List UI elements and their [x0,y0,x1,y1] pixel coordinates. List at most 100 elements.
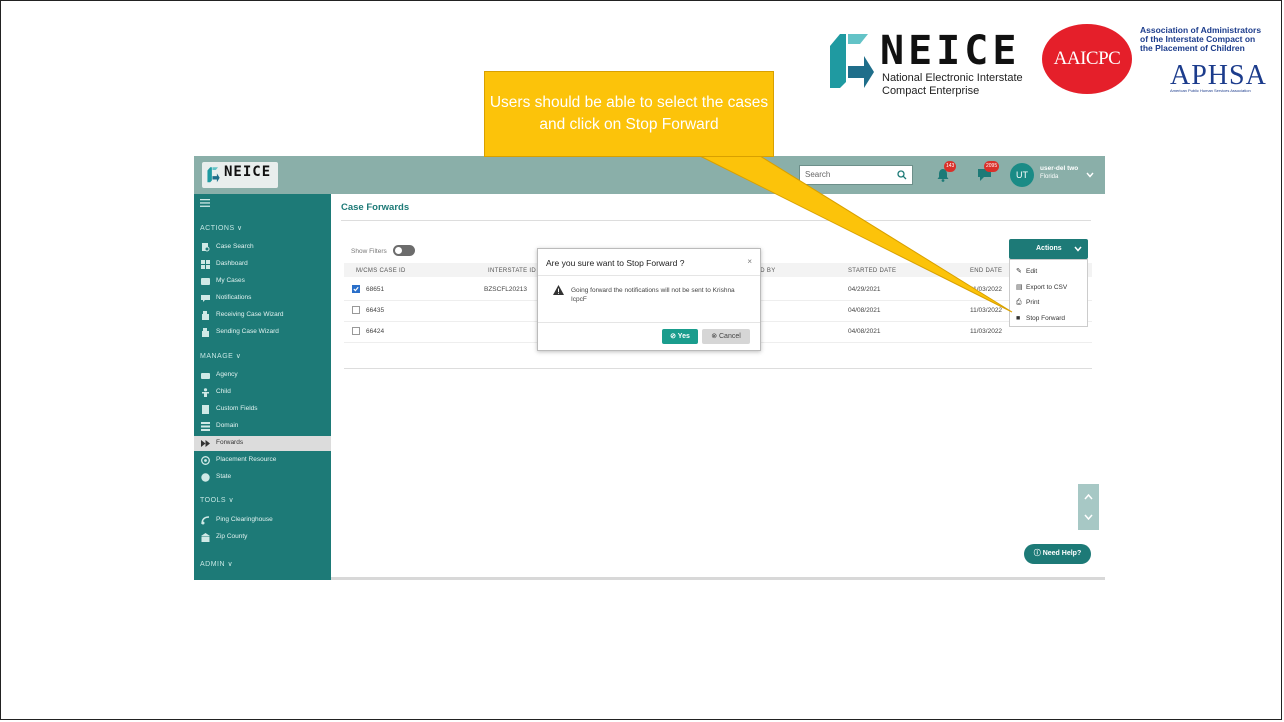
dialog-divider [538,322,760,323]
row-checkbox[interactable] [352,285,360,293]
row-checkbox[interactable] [352,306,360,314]
sidebar-item-label: Placement Resource [216,456,277,463]
hamburger-icon[interactable] [200,199,210,207]
search-icon[interactable] [897,170,907,180]
cell-started-date: 04/29/2021 [848,286,881,293]
sidebar-item-label: Sending Case Wizard [216,328,279,335]
avatar[interactable]: UT [1010,163,1034,187]
cell-started-date: 04/08/2021 [848,328,881,335]
actions-button[interactable]: Actions [1009,239,1088,259]
actions-button-label: Actions [1036,245,1062,252]
sidebar-section-manage[interactable]: MANAGE ∨ [200,352,241,360]
neice-subtitle-2: Compact Enterprise [882,85,980,97]
menu-item-label: Edit [1026,268,1038,275]
sidebar-section-tools[interactable]: TOOLS ∨ [200,496,234,504]
sidebar-item-label: Notifications [216,294,252,301]
sidebar-item-label: Case Search [216,243,254,250]
cell-end-date: 11/03/2022 [970,286,1003,293]
sidebar-item-agency[interactable]: Agency [194,368,331,383]
cell-started-date: 04/08/2021 [848,307,881,314]
chevron-up-icon[interactable] [1084,494,1093,500]
cell-end-date: 11/03/2022 [970,328,1003,335]
confirm-dialog: Are you sure want to Stop Forward ? × Go… [537,248,761,351]
sidebar-item-label: Zip County [216,533,248,540]
user-name[interactable]: user-del two [1040,165,1078,172]
column-header-started-date[interactable]: STARTED DATE [848,268,896,274]
sidebar-item-label: Domain [216,422,239,429]
placement-resource-icon [201,456,210,465]
yes-button-label: Yes [677,333,690,340]
sidebar-item-dashboard[interactable]: Dashboard [194,257,331,272]
child-icon [202,388,209,397]
sidebar-item-label: My Cases [216,277,245,284]
aaicpc-logo: AAICPC [1042,24,1132,94]
show-filters-label: Show Filters [351,248,387,255]
edit-icon: ✎ [1016,268,1022,275]
dialog-header: Are you sure want to Stop Forward ? × [538,249,760,276]
sidebar-item-receiving-case-wizard[interactable]: Receiving Case Wizard [194,308,331,323]
dashboard-icon [201,260,210,269]
callout: Users should be able to select the cases… [484,71,774,157]
sidebar-item-label: Dashboard [216,260,248,267]
sidebar: ACTIONS ∨ Case Search Dashboard My Cases… [194,194,331,580]
app-topbar: NEICE Search 143 2095 UT user-del two Fl… [194,156,1105,194]
sidebar-item-child[interactable]: Child [194,385,331,400]
need-help-button[interactable]: ⓘ Need Help? [1024,544,1091,564]
stop-icon: ■ [1016,315,1021,322]
sidebar-item-state[interactable]: State [194,470,331,485]
cell-interstate-id: BZSCFL20213 [484,286,527,293]
message-badge: 2095 [984,161,1000,172]
wizard-icon [202,328,209,337]
domain-icon [201,422,210,431]
cell-case-id: 68651 [366,286,385,293]
title-divider [341,220,1091,221]
sidebar-item-ping-clearinghouse[interactable]: Ping Clearinghouse [194,513,331,528]
check-icon [353,286,359,292]
sidebar-item-notifications[interactable]: Notifications [194,291,331,306]
sidebar-item-label: Receiving Case Wizard [216,311,284,318]
sidebar-item-case-search[interactable]: Case Search [194,240,331,255]
chevron-down-icon [1074,246,1082,252]
menu-item-edit[interactable]: ✎ Edit [1016,267,1037,275]
user-state: Florida [1040,174,1059,180]
chevron-down-icon[interactable] [1086,172,1094,178]
close-icon[interactable]: × [747,257,752,266]
sidebar-item-label: Forwards [216,439,244,446]
app-logo[interactable]: NEICE [202,162,278,188]
chevron-down-icon[interactable] [1084,514,1093,520]
row-checkbox[interactable] [352,327,360,335]
menu-item-export-csv[interactable]: ▤ Export to CSV [1016,283,1067,291]
menu-item-label: Export to CSV [1026,284,1068,291]
search-input[interactable]: Search [799,165,913,185]
print-icon: ⎙ [1016,299,1022,306]
sidebar-section-actions[interactable]: ACTIONS ∨ [200,224,243,232]
ping-icon [201,516,210,525]
cell-case-id: 66435 [366,307,385,314]
app-screenshot: NEICE Search 143 2095 UT user-del two Fl… [194,156,1105,580]
sidebar-item-label: State [216,473,232,480]
sidebar-section-admin[interactable]: ADMIN ∨ [200,560,233,568]
sidebar-item-placement-resource[interactable]: Placement Resource [194,453,331,468]
cancel-button[interactable]: ⊗ Cancel [702,329,750,344]
menu-item-print[interactable]: ⎙ Print [1016,299,1039,307]
dialog-title: Are you sure want to Stop Forward ? [546,258,685,268]
my-cases-icon [201,278,210,285]
sidebar-item-zip-county[interactable]: Zip County [194,530,331,545]
yes-button[interactable]: ⊘ Yes [662,329,698,344]
sidebar-item-my-cases[interactable]: My Cases [194,274,331,289]
column-header-interstate-id[interactable]: INTERSTATE ID [488,268,536,274]
file-icon: ▤ [1016,284,1023,291]
cell-end-date: 11/03/2022 [970,307,1003,314]
agency-icon [201,373,210,379]
menu-item-stop-forward[interactable]: ■ Stop Forward [1016,315,1065,322]
sidebar-item-forwards[interactable]: Forwards [194,436,331,451]
sidebar-item-domain[interactable]: Domain [194,419,331,434]
scroll-widget [1078,484,1099,530]
sidebar-item-sending-case-wizard[interactable]: Sending Case Wizard [194,325,331,340]
show-filters-toggle[interactable] [393,245,415,256]
case-search-icon [202,243,210,252]
column-header-case-id[interactable]: M/CMS CASE ID [356,268,406,274]
sidebar-item-custom-fields[interactable]: Custom Fields [194,402,331,417]
column-header-end-date[interactable]: END DATE [970,268,1002,274]
search-placeholder: Search [805,170,831,179]
